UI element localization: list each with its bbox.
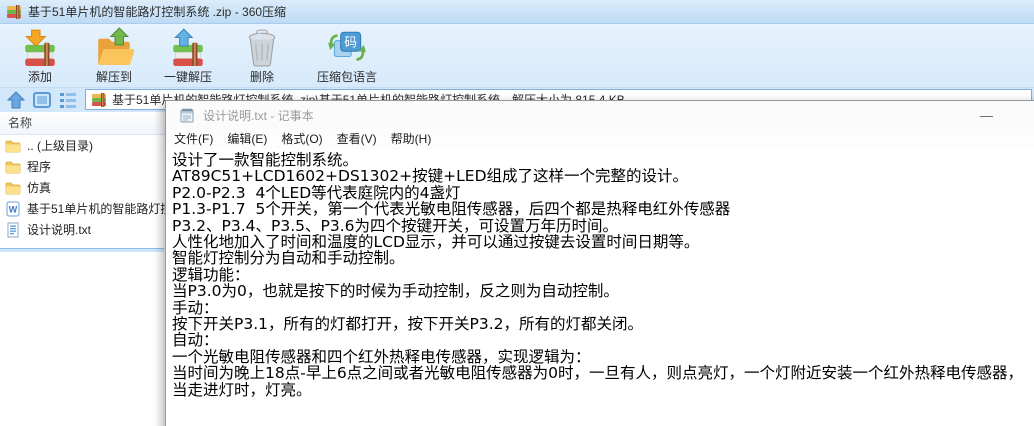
list-item-label: 仿真 <box>27 181 52 195</box>
archive-language-button-label: 压缩包语言 <box>316 70 377 84</box>
menu-file[interactable]: 文件(F) <box>167 129 220 149</box>
text-line: 逻辑功能： <box>172 265 250 284</box>
delete-button[interactable]: 删除 <box>230 27 294 85</box>
text-line: 当走进灯时，灯亮。 <box>172 380 312 399</box>
text-line: P1.3-P1.7 5个开关，第一个代表光敏电阻传感器，后四个都是热释电红外传感… <box>172 200 731 219</box>
add-button[interactable]: 添加 <box>8 27 72 85</box>
notepad-text-area[interactable]: 设计了一款智能控制系统。 AT89C51+LCD1602+DS1302+按键+L… <box>166 149 1034 426</box>
text-file-icon <box>5 222 21 238</box>
notepad-menubar: 文件(F) 编辑(E) 格式(O) 查看(V) 帮助(H) <box>166 129 1034 149</box>
notepad-titlebar[interactable]: 设计说明.txt - 记事本 — <box>166 101 1034 129</box>
menu-format[interactable]: 格式(O) <box>274 129 329 149</box>
up-icon[interactable] <box>6 90 26 110</box>
text-line: P2.0-P2.3 4个LED等代表庭院内的4盏灯 <box>172 183 461 202</box>
icon-view-icon[interactable] <box>32 90 52 110</box>
menu-edit[interactable]: 编辑(E) <box>220 129 274 149</box>
list-item-label: .. (上级目录) <box>27 139 93 153</box>
delete-button-label: 删除 <box>249 70 274 84</box>
folder-icon <box>5 180 21 196</box>
zip-titlebar[interactable]: 基于51单片机的智能路灯控制系统 .zip - 360压缩 <box>0 0 1034 24</box>
minimize-icon: — <box>980 107 993 123</box>
delete-icon <box>242 27 282 67</box>
text-line: 当时间为晚上18点-早上6点之间或者光敏电阻传感器为0时，一旦有人，则点亮灯，一… <box>172 364 1024 383</box>
list-item-label: 基于51单片机的智能路灯控 <box>27 202 173 216</box>
text-line: P3.2、P3.4、P3.5、P3.6为四个按键开关，可设置万年历时间。 <box>172 216 618 235</box>
folder-icon <box>5 138 21 154</box>
list-view-icon[interactable] <box>58 90 78 110</box>
one-click-extract-icon <box>168 27 208 67</box>
text-line: 当P3.0为0，也就是按下的时候为手动控制，反之则为自动控制。 <box>172 282 619 301</box>
list-item-label: 程序 <box>27 160 52 174</box>
notepad-window-title: 设计说明.txt - 记事本 <box>203 108 314 123</box>
one-click-extract-button-label: 一键解压 <box>163 70 212 84</box>
menu-view[interactable]: 查看(V) <box>330 129 384 149</box>
text-line: AT89C51+LCD1602+DS1302+按键+LED组成了这样一个完整的设… <box>172 167 689 186</box>
text-line: 自动： <box>172 331 219 350</box>
svg-text:码: 码 <box>344 35 357 49</box>
text-line: 手动： <box>172 298 219 317</box>
list-item-label: 设计说明.txt <box>27 223 92 237</box>
archive-language-icon: 码 <box>327 27 367 67</box>
menu-help[interactable]: 帮助(H) <box>384 129 439 149</box>
word-doc-icon: W <box>5 201 21 217</box>
archive-icon <box>6 4 22 20</box>
notepad-icon <box>179 107 195 123</box>
screen: 基于51单片机的智能路灯控制系统 .zip - 360压缩 添加 解压到 一键解… <box>0 0 1034 426</box>
add-button-label: 添加 <box>27 70 52 84</box>
zip-toolbar: 添加 解压到 一键解压 删除 码 压缩包语言 <box>0 24 1034 88</box>
text-line: 按下开关P3.1，所有的灯都打开，按下开关P3.2，所有的灯都关闭。 <box>172 315 643 334</box>
text-line: 人性化地加入了时间和温度的LCD显示，并可以通过按键去设置时间日期等。 <box>172 233 700 252</box>
zip-window-title: 基于51单片机的智能路灯控制系统 .zip - 360压缩 <box>28 5 287 19</box>
maximize-button[interactable] <box>1009 101 1034 129</box>
notepad-window: 设计说明.txt - 记事本 — 文件(F) 编辑(E) 格式(O) 查看(V)… <box>165 100 1034 426</box>
text-line: 设计了一款智能控制系统。 <box>172 151 359 169</box>
extract-to-button-label: 解压到 <box>95 70 132 84</box>
extract-to-icon <box>94 27 134 67</box>
folder-icon <box>5 159 21 175</box>
text-line: 一个光敏电阻传感器和四个红外热释电传感器，实现逻辑为： <box>172 347 591 366</box>
archive-language-button[interactable]: 码 压缩包语言 <box>304 27 390 85</box>
one-click-extract-button[interactable]: 一键解压 <box>156 27 220 85</box>
archive-icon <box>91 92 107 108</box>
selection-highlight-line <box>0 248 164 252</box>
extract-to-button[interactable]: 解压到 <box>82 27 146 85</box>
minimize-button[interactable]: — <box>964 101 1009 129</box>
add-to-archive-icon <box>20 27 60 67</box>
text-line: 智能灯控制分为自动和手动控制。 <box>172 249 405 268</box>
svg-text:W: W <box>9 204 18 214</box>
